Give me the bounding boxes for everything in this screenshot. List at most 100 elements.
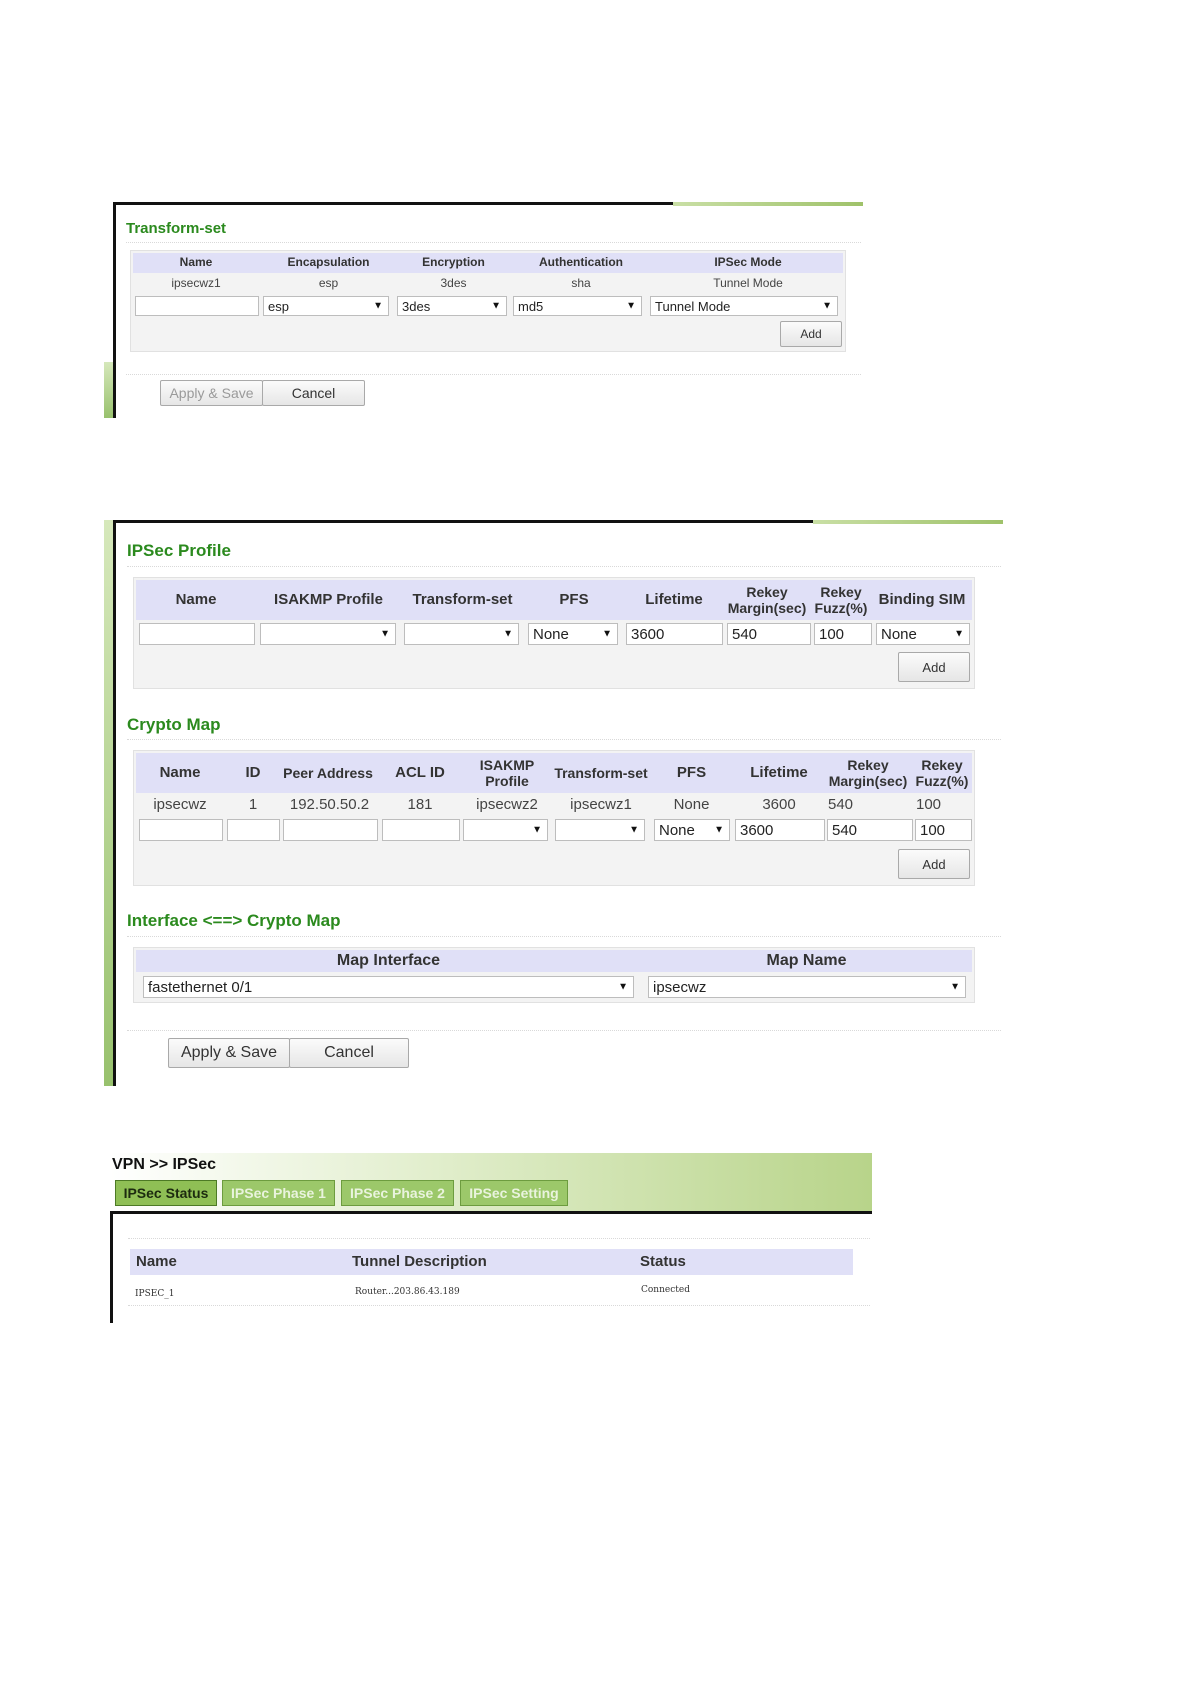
divider (128, 1238, 870, 1239)
peer-address-input[interactable] (283, 819, 378, 841)
column-header-rekey-margin: Rekey Margin(sec) (828, 756, 908, 789)
divider (127, 566, 1001, 567)
dropdown-arrow-icon: ▼ (532, 824, 542, 836)
column-header-rekey-fuzz: Rekey Fuzz(%) (915, 756, 969, 789)
map-interface-select[interactable]: fastethernet 0/1 ▼ (143, 976, 634, 998)
column-header-acl-id: ACL ID (395, 764, 445, 782)
tab-ipsec-status[interactable]: IPSec Status (115, 1180, 217, 1206)
cell-status: Connected (641, 1285, 690, 1295)
name-input[interactable] (139, 623, 255, 645)
encapsulation-select[interactable]: esp ▼ (263, 296, 389, 316)
column-header-authentication: Authentication (539, 255, 623, 270)
select-value: md5 (518, 298, 544, 314)
column-header-map-interface: Map Interface (336, 951, 441, 969)
column-header-id: ID (245, 764, 261, 782)
rekey-fuzz-input[interactable]: 100 (814, 623, 872, 645)
rekey-fuzz-input[interactable]: 100 (915, 819, 972, 841)
section-title-crypto-map: Crypto Map (127, 715, 221, 734)
transform-set-select[interactable]: ▼ (555, 819, 645, 841)
panel-border-left (113, 202, 116, 418)
tab-ipsec-phase-2[interactable]: IPSec Phase 2 (341, 1180, 454, 1206)
isakmp-profile-select[interactable]: ▼ (260, 623, 396, 645)
rekey-margin-input[interactable]: 540 (727, 623, 811, 645)
authentication-select[interactable]: md5 ▼ (513, 296, 642, 316)
column-header-pfs: PFS (676, 764, 707, 782)
cell-rekey-margin: 540 (828, 796, 854, 813)
column-header-tunnel-description: Tunnel Description (352, 1253, 487, 1270)
column-header-lifetime: Lifetime (645, 591, 703, 609)
apply-save-button[interactable]: Apply & Save (160, 380, 263, 406)
divider (126, 374, 861, 375)
panel-accent-bar (813, 520, 1003, 524)
cell-name: ipsecwz1 (171, 276, 221, 290)
divider (127, 1030, 1001, 1031)
add-button[interactable]: Add (898, 849, 970, 879)
panel-border-left (110, 1211, 113, 1323)
cancel-button[interactable]: Cancel (262, 380, 365, 406)
binding-sim-select[interactable]: None ▼ (876, 623, 970, 645)
cell-ipsec-mode: Tunnel Mode (713, 276, 783, 290)
section-title-transform-set: Transform-set (126, 220, 227, 237)
column-header-status: Status (640, 1253, 686, 1270)
cell-name: ipsecwz (153, 796, 207, 813)
id-input[interactable] (227, 819, 280, 841)
tab-ipsec-phase-1[interactable]: IPSec Phase 1 (222, 1180, 335, 1206)
lifetime-input[interactable]: 3600 (626, 623, 723, 645)
dropdown-arrow-icon: ▼ (618, 981, 628, 993)
apply-save-button[interactable]: Apply & Save (168, 1038, 290, 1068)
panel-accent-left (104, 520, 113, 1086)
ipsec-config-panel: IPSec Profile Name ISAKMP Profile Transf… (104, 520, 1003, 1086)
dropdown-arrow-icon: ▼ (626, 300, 636, 312)
map-name-select[interactable]: ipsecwz ▼ (648, 976, 966, 998)
pfs-select[interactable]: None ▼ (528, 623, 618, 645)
tab-ipsec-setting[interactable]: IPSec Setting (460, 1180, 568, 1206)
cell-acl-id: 181 (407, 796, 433, 813)
dropdown-arrow-icon: ▼ (954, 628, 964, 640)
dropdown-arrow-icon: ▼ (503, 628, 513, 640)
divider (127, 936, 1001, 937)
isakmp-profile-select[interactable]: ▼ (463, 819, 548, 841)
column-header-name: Name (175, 591, 217, 609)
cell-id: 1 (248, 796, 258, 813)
cancel-button[interactable]: Cancel (289, 1038, 409, 1068)
column-header-encapsulation: Encapsulation (287, 255, 370, 270)
dropdown-arrow-icon: ▼ (714, 824, 724, 836)
divider (126, 242, 861, 243)
pfs-select[interactable]: None ▼ (654, 819, 730, 841)
status-table-header (130, 1249, 853, 1275)
lifetime-input[interactable]: 3600 (735, 819, 825, 841)
dropdown-arrow-icon: ▼ (950, 981, 960, 993)
cell-tunnel-description: Router...203.86.43.189 (355, 1287, 460, 1297)
divider (127, 739, 1001, 740)
transform-set-select[interactable]: ▼ (404, 623, 519, 645)
ipsec-mode-select[interactable]: Tunnel Mode ▼ (650, 296, 838, 316)
name-input[interactable] (135, 296, 259, 316)
select-value: 3des (402, 298, 431, 314)
column-header-rekey-fuzz: Rekey Fuzz(%) (814, 583, 868, 616)
dropdown-arrow-icon: ▼ (822, 300, 832, 312)
ipsec-profile-table: Name ISAKMP Profile Transform-set PFS Li… (133, 577, 975, 689)
divider (128, 1305, 870, 1306)
tab-bar: IPSec Status IPSec Phase 1 IPSec Phase 2… (115, 1180, 575, 1206)
cell-encryption: 3des (440, 276, 467, 290)
acl-id-input[interactable] (382, 819, 460, 841)
name-input[interactable] (139, 819, 223, 841)
cell-pfs: None (673, 796, 710, 813)
encryption-select[interactable]: 3des ▼ (397, 296, 507, 316)
column-header-rekey-margin: Rekey Margin(sec) (727, 583, 807, 616)
panel-border-top (110, 1211, 872, 1214)
column-header-binding-sim: Binding SIM (878, 591, 966, 609)
column-header-pfs: PFS (559, 591, 589, 609)
add-button[interactable]: Add (780, 321, 842, 347)
panel-border-left (113, 520, 116, 1086)
column-header-name: Name (159, 764, 201, 782)
column-header-name: Name (179, 255, 213, 270)
section-title-ipsec-profile: IPSec Profile (127, 541, 231, 560)
add-button[interactable]: Add (898, 652, 970, 682)
transform-set-table: Name Encapsulation Encryption Authentica… (130, 250, 846, 352)
panel-accent-left (104, 362, 113, 418)
rekey-margin-input[interactable]: 540 (827, 819, 913, 841)
column-header-ipsec-mode: IPSec Mode (714, 255, 782, 270)
select-value: Tunnel Mode (655, 298, 731, 314)
select-value: None (533, 625, 569, 643)
